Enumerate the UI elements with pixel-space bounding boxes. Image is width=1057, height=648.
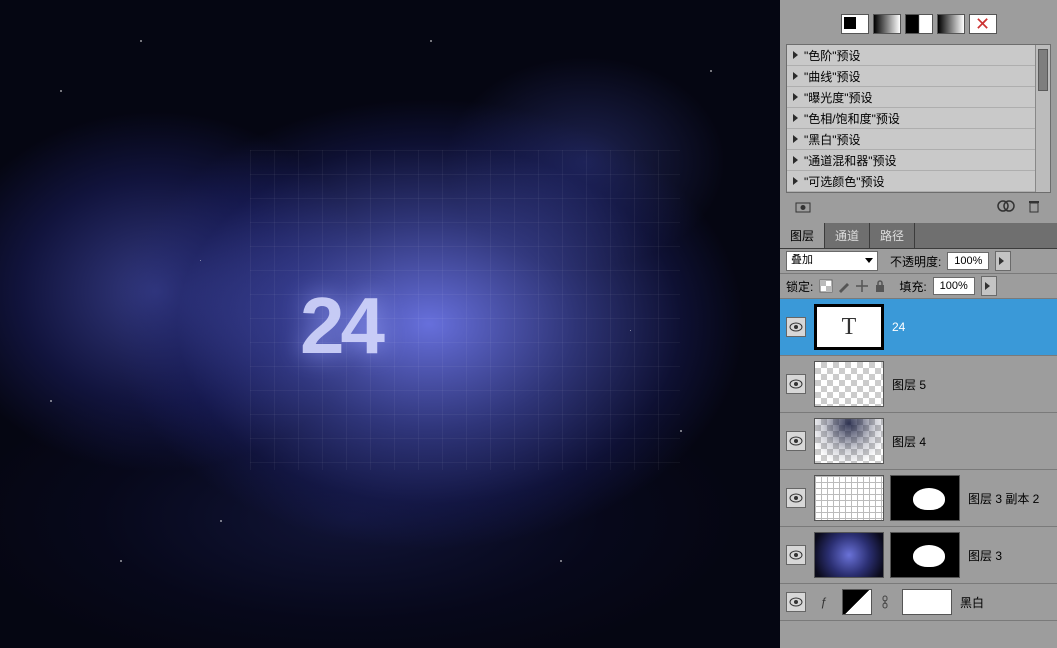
layer-mask-thumbnail[interactable] — [890, 532, 960, 578]
preset-label: "色阶"预设 — [804, 47, 861, 64]
layer-thumbnail-text[interactable]: T — [814, 304, 884, 350]
preset-list[interactable]: "色阶"预设 "曲线"预设 "曝光度"预设 "色相/饱和度"预设 "黑白"预设 … — [787, 45, 1050, 192]
adjustments-presets-panel: "色阶"预设 "曲线"预设 "曝光度"预设 "色相/饱和度"预设 "黑白"预设 … — [780, 0, 1057, 223]
preset-item[interactable]: "曲线"预设 — [787, 66, 1050, 87]
preset-label: "可选颜色"预设 — [804, 173, 885, 190]
fill-label: 填充: — [899, 278, 926, 295]
visibility-toggle[interactable] — [786, 317, 806, 337]
app-root: 24 "色阶"预设 "曲线"预设 "曝光度"预设 "色相/饱和度"预设 "黑白"… — [0, 0, 1057, 648]
lock-icon-group — [819, 279, 887, 293]
adjustment-layer-icon[interactable] — [794, 198, 812, 214]
preset-item[interactable]: "曝光度"预设 — [787, 87, 1050, 108]
preset-item[interactable]: "黑白"预设 — [787, 129, 1050, 150]
preset-label: "黑白"预设 — [804, 131, 861, 148]
swatch-gradient-1[interactable] — [873, 14, 901, 34]
layer-name[interactable]: 图层 5 — [892, 376, 926, 393]
layer-row[interactable]: 图层 3 副本 2 — [780, 470, 1057, 527]
layer-row[interactable]: 图层 5 — [780, 356, 1057, 413]
right-panels: "色阶"预设 "曲线"预设 "曝光度"预设 "色相/饱和度"预设 "黑白"预设 … — [780, 0, 1057, 648]
disclosure-triangle-icon — [793, 177, 798, 185]
disclosure-triangle-icon — [793, 51, 798, 59]
effects-icon[interactable]: ƒ — [814, 595, 834, 609]
layer-mask-thumbnail[interactable] — [902, 589, 952, 615]
preset-item[interactable]: "通道混和器"预设 — [787, 150, 1050, 171]
preset-item[interactable]: "可选颜色"预设 — [787, 171, 1050, 192]
swatch-black-white[interactable] — [841, 14, 869, 34]
visibility-toggle[interactable] — [786, 592, 806, 612]
lock-fill-row: 锁定: 填充: 100% — [780, 274, 1057, 299]
layer-name[interactable]: 图层 4 — [892, 433, 926, 450]
lock-position-icon[interactable] — [855, 279, 869, 293]
panel-tabs: 图层 通道 路径 — [780, 223, 1057, 249]
lock-all-icon[interactable] — [873, 279, 887, 293]
lock-pixels-icon[interactable] — [837, 279, 851, 293]
visibility-toggle[interactable] — [786, 488, 806, 508]
document-canvas[interactable]: 24 — [0, 0, 780, 648]
link-icon[interactable] — [880, 595, 894, 609]
layer-thumbnail[interactable] — [814, 418, 884, 464]
preset-label: "色相/饱和度"预设 — [804, 110, 900, 127]
layer-name[interactable]: 图层 3 — [968, 547, 1002, 564]
layer-row[interactable]: T 24 — [780, 299, 1057, 356]
visibility-toggle[interactable] — [786, 545, 806, 565]
visibility-toggle[interactable] — [786, 431, 806, 451]
trash-icon[interactable] — [1025, 198, 1043, 214]
preset-label: "曲线"预设 — [804, 68, 861, 85]
adjustment-thumbnail[interactable] — [842, 589, 872, 615]
canvas-text-24: 24 — [300, 280, 381, 372]
layer-thumbnail[interactable] — [814, 475, 884, 521]
adjustment-actions-row — [786, 193, 1051, 219]
lock-transparency-icon[interactable] — [819, 279, 833, 293]
lock-label: 锁定: — [786, 278, 813, 295]
layer-thumbnail[interactable] — [814, 361, 884, 407]
fill-flyout-button[interactable] — [981, 276, 997, 296]
opacity-flyout-button[interactable] — [995, 251, 1011, 271]
layer-row[interactable]: 图层 3 — [780, 527, 1057, 584]
blend-opacity-row: 叠加 不透明度: 100% — [780, 249, 1057, 274]
swatch-none[interactable] — [969, 14, 997, 34]
disclosure-triangle-icon — [793, 72, 798, 80]
scrollbar-thumb[interactable] — [1038, 49, 1048, 91]
tab-channels[interactable]: 通道 — [825, 223, 870, 248]
visibility-toggle[interactable] — [786, 374, 806, 394]
clip-to-layer-icon[interactable] — [997, 198, 1015, 214]
preset-item[interactable]: "色相/饱和度"预设 — [787, 108, 1050, 129]
layer-row[interactable]: 图层 4 — [780, 413, 1057, 470]
preset-scrollbar[interactable] — [1035, 45, 1050, 192]
disclosure-triangle-icon — [793, 156, 798, 164]
layer-name[interactable]: 图层 3 副本 2 — [968, 490, 1039, 507]
layer-name[interactable]: 24 — [892, 320, 905, 334]
fill-value[interactable]: 100% — [933, 277, 975, 295]
tab-paths[interactable]: 路径 — [870, 223, 915, 248]
preset-item[interactable]: "色阶"预设 — [787, 45, 1050, 66]
swatch-split[interactable] — [905, 14, 933, 34]
layers-list[interactable]: T 24 图层 5 图层 4 图层 3 副本 2 — [780, 299, 1057, 648]
disclosure-triangle-icon — [793, 114, 798, 122]
layer-mask-thumbnail[interactable] — [890, 475, 960, 521]
disclosure-triangle-icon — [793, 135, 798, 143]
opacity-label: 不透明度: — [890, 253, 941, 270]
opacity-value[interactable]: 100% — [947, 252, 989, 270]
layer-thumbnail[interactable] — [814, 532, 884, 578]
preset-label: "曝光度"预设 — [804, 89, 873, 106]
swatch-gradient-2[interactable] — [937, 14, 965, 34]
swatch-row — [786, 8, 1051, 44]
blend-mode-select[interactable]: 叠加 — [786, 251, 878, 271]
disclosure-triangle-icon — [793, 93, 798, 101]
preset-label: "通道混和器"预设 — [804, 152, 897, 169]
tab-layers[interactable]: 图层 — [780, 223, 825, 248]
preset-list-box: "色阶"预设 "曲线"预设 "曝光度"预设 "色相/饱和度"预设 "黑白"预设 … — [786, 44, 1051, 193]
layer-name[interactable]: 黑白 — [960, 594, 984, 611]
layer-row[interactable]: ƒ 黑白 — [780, 584, 1057, 621]
